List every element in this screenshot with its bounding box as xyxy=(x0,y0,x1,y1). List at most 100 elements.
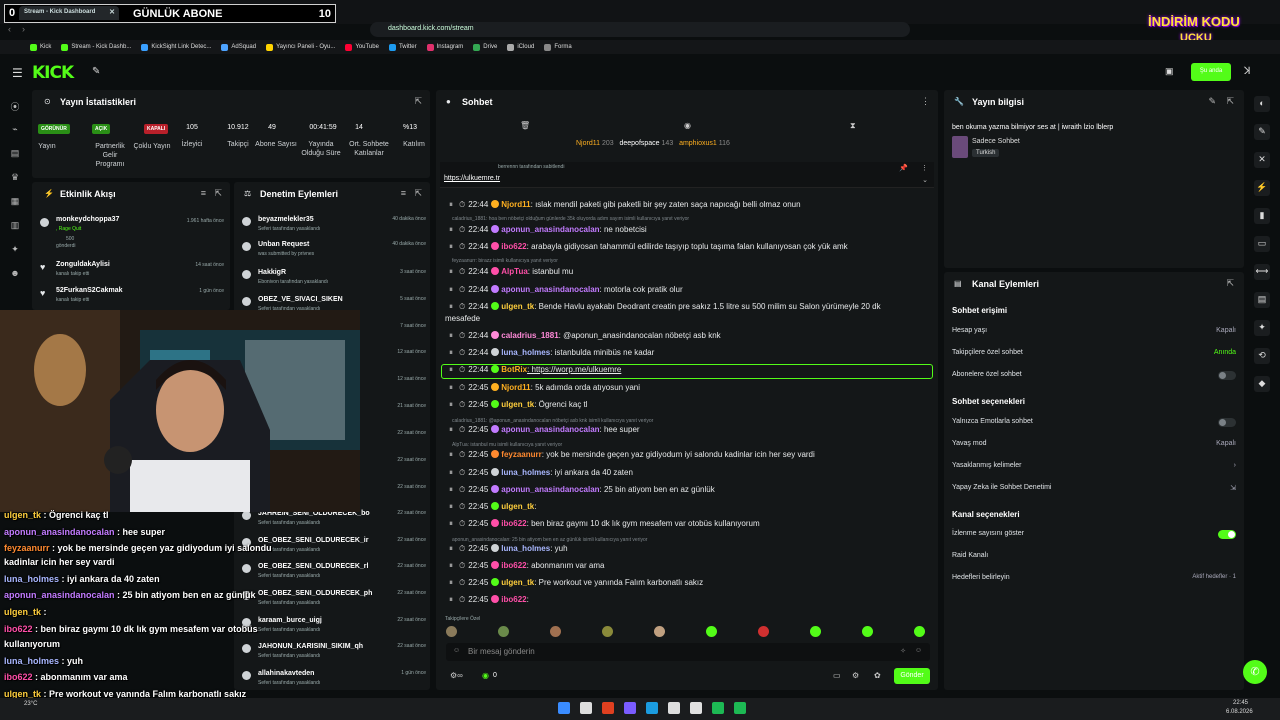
edit-icon[interactable]: ✎ xyxy=(1208,96,1216,107)
link-icon[interactable]: ⌁ xyxy=(9,124,21,136)
message-icon[interactable]: ▭ xyxy=(1254,236,1270,252)
setting-raid-channel[interactable]: Raid Kanalı xyxy=(952,552,1236,559)
chat-username[interactable]: aponun_anasindanocalan xyxy=(501,485,599,494)
layout-icon[interactable]: ▤ xyxy=(1254,292,1270,308)
pin-icon[interactable]: ✎ xyxy=(92,66,100,77)
moderation-user[interactable]: karaam_burce_uigj xyxy=(258,617,322,624)
setting-show-viewcount[interactable]: İzlenme sayısını göster xyxy=(952,530,1236,539)
settings-icon[interactable]: ⚙∞ xyxy=(450,671,463,680)
windows-icon[interactable] xyxy=(558,702,570,714)
code-icon[interactable]: ⟷ xyxy=(1254,264,1270,280)
pin-message-icon[interactable]: ⏸ xyxy=(449,561,453,570)
bookmark-item[interactable]: Forma xyxy=(544,42,572,52)
moderation-user[interactable]: beyazmelekler35 xyxy=(258,216,314,223)
address-bar[interactable]: dashboard.kick.com/stream xyxy=(370,22,910,37)
bookmark-item[interactable]: Twitter xyxy=(388,42,417,52)
bookmark-item[interactable]: iCloud xyxy=(507,42,534,52)
chat-username[interactable]: ulgen_tk xyxy=(501,302,534,311)
bookmark-item[interactable]: Instagram xyxy=(426,42,463,52)
users-icon[interactable]: ☻ xyxy=(9,268,21,280)
filter-icon[interactable]: ≡ xyxy=(401,188,406,198)
bot-icon[interactable]: ✿ xyxy=(874,671,881,680)
pin-message-icon[interactable]: ⏸ xyxy=(449,502,453,511)
moderation-user[interactable]: allahinakavteden xyxy=(258,670,314,677)
chat-username[interactable]: AlpTua xyxy=(501,267,528,276)
emote-icon[interactable] xyxy=(862,626,873,637)
chat-input[interactable]: Bir mesaj gönderin xyxy=(468,647,535,656)
chevron-down-icon[interactable]: ⌄ xyxy=(922,176,928,184)
moderation-user[interactable]: OBEZ_VE_SIVACI_SIKEN xyxy=(258,296,343,303)
setting-ai-moderation[interactable]: Yapay Zeka ile Sohbet Denetimi ⇲ xyxy=(952,484,1236,492)
file-explorer-icon[interactable] xyxy=(580,702,592,714)
emote-icon[interactable] xyxy=(914,626,925,637)
filter-icon[interactable]: ≡ xyxy=(201,188,206,198)
pin-message-icon[interactable]: ⏸ xyxy=(449,267,453,276)
settings-icon[interactable]: ◐ xyxy=(1254,96,1270,112)
pinned-link[interactable]: https://ulkuemre.tr xyxy=(444,175,500,182)
chat-username[interactable]: caladrius_1881 xyxy=(501,331,558,340)
chat-username[interactable]: aponun_anasindanocalan xyxy=(501,425,599,434)
more-icon[interactable]: ⋮ xyxy=(921,96,930,107)
discord-icon[interactable] xyxy=(624,702,636,714)
analytics-icon[interactable]: ▥ xyxy=(9,220,21,232)
clipboard-icon[interactable]: ▮ xyxy=(1254,208,1270,224)
smile-icon[interactable]: ☺ xyxy=(453,647,460,654)
moderation-row[interactable]: karaam_burce_uigj Seferi tarafından yasak… xyxy=(242,617,434,641)
pin-message-icon[interactable]: ⏸ xyxy=(449,595,453,604)
setting-subscribers-only[interactable]: Abonelere özel sohbet xyxy=(952,371,1236,380)
go-live-button[interactable]: Şu anda xyxy=(1191,63,1231,81)
bookmark-item[interactable]: KickSight Link Detec... xyxy=(141,42,211,52)
activity-user[interactable]: 52FurkanS2Cakmak xyxy=(56,287,123,294)
popout-icon[interactable]: ⇱ xyxy=(414,96,422,107)
moderation-row[interactable]: JAHONUN_KARISINI_SIKIM_qh Seferi tarafınd… xyxy=(242,643,434,667)
wrench-icon[interactable]: ✦ xyxy=(1254,320,1270,336)
gear-icon[interactable]: ⚙ xyxy=(852,671,859,680)
top-chatter-name[interactable]: amphioxus1 xyxy=(679,140,717,147)
emote-icon[interactable] xyxy=(446,626,457,637)
pin-message-icon[interactable]: ⏸ xyxy=(449,519,453,528)
send-button[interactable]: Gönder xyxy=(894,668,930,684)
forward-icon[interactable]: › xyxy=(22,24,25,34)
steam-icon[interactable] xyxy=(646,702,658,714)
pin-message-icon[interactable]: ⏸ xyxy=(449,200,453,209)
pin-message-icon[interactable]: ⏸ xyxy=(449,285,453,294)
display-icon[interactable]: ▣ xyxy=(1165,66,1174,77)
table-icon[interactable]: ▦ xyxy=(9,196,21,208)
wrench-icon[interactable]: ✦ xyxy=(9,244,21,256)
top-chatter-name[interactable]: deepofspace xyxy=(619,140,659,147)
bookmark-item[interactable]: AdSquad xyxy=(221,42,256,52)
setting-emote-only[interactable]: Yalnızca Emotlarla sohbet xyxy=(952,418,1236,427)
setting-banned-words[interactable]: Yasaklanmış kelimeler › xyxy=(952,462,1236,469)
moderation-user[interactable]: OE_OBEZ_SENI_OLDURECEK_rl xyxy=(258,563,368,570)
subs-only-toggle[interactable] xyxy=(1218,371,1236,380)
moderation-row[interactable]: HakkigR Ebonivon tarafından yasaklandı 3 s… xyxy=(242,269,434,293)
brave-icon[interactable] xyxy=(602,702,614,714)
popout-icon[interactable]: ⇱ xyxy=(214,188,222,199)
pin-message-icon[interactable]: ⏸ xyxy=(449,544,453,553)
chat-username[interactable]: ibo622 xyxy=(501,242,526,251)
chat-username[interactable]: ulgen_tk xyxy=(501,578,534,587)
pin-message-icon[interactable]: ⏸ xyxy=(449,365,453,374)
browser-tab[interactable]: Stream - Kick Dashboard ✕ xyxy=(19,6,119,20)
chat-icon[interactable]: ▭ xyxy=(833,671,841,680)
pin-message-icon[interactable]: ⏸ xyxy=(449,348,453,357)
app-icon[interactable] xyxy=(668,702,680,714)
pin-message-icon[interactable]: ⏸ xyxy=(449,400,453,409)
emote-icon[interactable] xyxy=(498,626,509,637)
moderation-row[interactable]: OE_OBEZ_SENI_OLDURECEK_ph Seferi tarafınd… xyxy=(242,590,434,614)
popout-icon[interactable]: ⇱ xyxy=(414,188,422,199)
bolt-icon[interactable]: ⚡ xyxy=(1254,180,1270,196)
hourglass-icon[interactable]: ⧗ xyxy=(850,121,856,131)
app2-icon[interactable] xyxy=(712,702,724,714)
trash-icon[interactable]: 🗑 xyxy=(520,121,530,130)
pin-message-icon[interactable]: ⏸ xyxy=(449,383,453,392)
chat-username[interactable]: luna_holmes xyxy=(501,348,550,357)
emote-icon[interactable] xyxy=(654,626,665,637)
moderation-user[interactable]: Unban Request xyxy=(258,241,309,248)
share-icon[interactable]: ⟲ xyxy=(1254,348,1270,364)
trophy-icon[interactable]: ♛ xyxy=(9,172,21,184)
pin-message-icon[interactable]: ⏸ xyxy=(449,302,453,311)
pin-message-icon[interactable]: ⏸ xyxy=(449,468,453,477)
back-icon[interactable]: ‹ xyxy=(8,24,11,34)
category-name[interactable]: Sadece Sohbet xyxy=(972,138,1020,145)
